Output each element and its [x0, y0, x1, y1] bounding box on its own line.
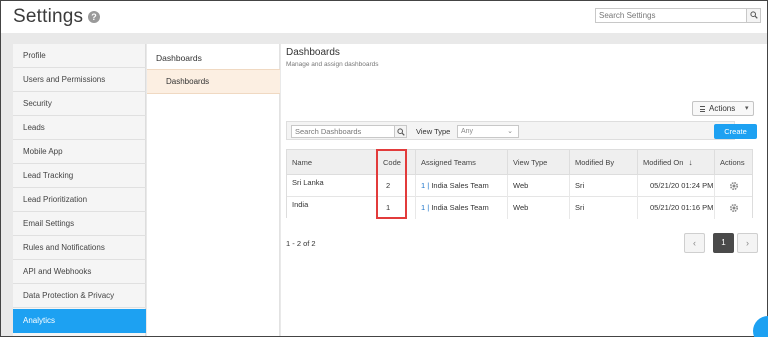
view-type-select[interactable]: Any ⌄ [457, 125, 519, 138]
sidebar-item-data-protection[interactable]: Data Protection & Privacy [13, 284, 146, 308]
sort-down-icon: ↓ [688, 158, 693, 167]
team-separator: | [427, 181, 430, 190]
section-subtitle: Manage and assign dashboards [286, 61, 379, 68]
section-title: Dashboards [286, 47, 340, 58]
search-icon [750, 11, 758, 19]
team-name: India Sales Team [431, 181, 489, 190]
sidebar-item-security[interactable]: Security [13, 92, 146, 116]
search-button[interactable] [746, 9, 760, 22]
gear-icon[interactable] [729, 181, 739, 191]
sidebar-item-users-and-permissions[interactable]: Users and Permissions [13, 68, 146, 92]
sidebar-item-analytics[interactable]: Analytics [13, 309, 146, 333]
record-count: 1 - 2 of 2 [286, 239, 316, 248]
team-count-link[interactable]: 1 [421, 203, 425, 212]
actions-dropdown-button[interactable]: Actions ▾ [692, 101, 754, 116]
search-icon [397, 127, 405, 136]
sidebar-item-rules-and-notifications[interactable]: Rules and Notifications [13, 236, 146, 260]
sidebar-item-api-and-webhooks[interactable]: API and Webhooks [13, 260, 146, 284]
pagination-next-button[interactable]: › [737, 233, 758, 253]
table-header: Name Code Assigned Teams View Type Modif… [287, 150, 752, 175]
create-button[interactable]: Create [714, 124, 757, 139]
column-header-code[interactable]: Code [377, 150, 415, 175]
settings-sidebar: Profile Users and Permissions Security L… [13, 44, 146, 336]
dashboards-table: Name Code Assigned Teams View Type Modif… [286, 149, 753, 219]
sidebar-item-email-settings[interactable]: Email Settings [13, 212, 146, 236]
cell-name[interactable]: India [287, 197, 377, 219]
table-row[interactable]: India 1 1 | India Sales Team Web Sri 05/… [287, 197, 752, 219]
chevron-down-icon: ▾ [745, 105, 749, 112]
cell-assigned-teams: 1 | India Sales Team [415, 175, 507, 197]
dashboard-search-button[interactable] [394, 126, 406, 137]
cell-modified-on: 05/21/20 01:16 PM [637, 197, 714, 219]
team-count-link[interactable]: 1 [421, 181, 425, 190]
actions-label: Actions [709, 104, 736, 113]
cell-modified-by: Sri [569, 175, 637, 197]
dashboard-search [291, 125, 407, 138]
cell-actions [714, 175, 752, 197]
cell-view-type: Web [507, 175, 569, 197]
gear-icon[interactable] [729, 203, 739, 213]
sidebar-item-profile[interactable]: Profile [13, 44, 146, 68]
pagination-current-page[interactable]: 1 [713, 233, 734, 253]
settings-search [595, 8, 761, 23]
column-header-assigned-teams[interactable]: Assigned Teams [415, 150, 507, 175]
view-type-label: View Type [416, 127, 451, 136]
subnav-item-dashboards[interactable]: Dashboards [147, 69, 280, 94]
pagination-prev-button[interactable]: ‹ [684, 233, 705, 253]
cell-code: 1 [377, 197, 415, 219]
sidebar-item-lead-prioritization[interactable]: Lead Prioritization [13, 188, 146, 212]
cell-modified-on: 05/21/20 01:24 PM [637, 175, 714, 197]
column-header-name[interactable]: Name [287, 150, 377, 175]
page-title: Settings [13, 6, 84, 27]
column-header-modified-on[interactable]: Modified On ↓ [637, 150, 714, 175]
list-icon [700, 106, 707, 112]
table-row[interactable]: Sri Lanka 2 1 | India Sales Team Web Sri… [287, 175, 752, 197]
cell-view-type: Web [507, 197, 569, 219]
help-circle-icon[interactable]: ? [88, 11, 100, 23]
cell-modified-by: Sri [569, 197, 637, 219]
sidebar-item-leads[interactable]: Leads [13, 116, 146, 140]
filter-bar: View Type Any ⌄ [286, 121, 735, 140]
view-type-value: Any [461, 128, 474, 135]
cell-assigned-teams: 1 | India Sales Team [415, 197, 507, 219]
settings-search-input[interactable] [596, 9, 748, 22]
team-separator: | [427, 203, 430, 212]
sidebar-item-lead-tracking[interactable]: Lead Tracking [13, 164, 146, 188]
chevron-down-icon: ⌄ [507, 128, 513, 135]
sidebar-item-mobile-app[interactable]: Mobile App [13, 140, 146, 164]
team-name: India Sales Team [431, 203, 489, 212]
top-bar: Settings ? [1, 1, 767, 33]
column-header-modified-by[interactable]: Modified By [569, 150, 637, 175]
column-header-actions: Actions [714, 150, 752, 175]
analytics-subnav: Dashboards Dashboards [147, 44, 280, 336]
modified-on-label: Modified On [643, 158, 684, 167]
cell-actions [714, 197, 752, 219]
cell-name[interactable]: Sri Lanka [287, 175, 377, 197]
column-header-view-type[interactable]: View Type [507, 150, 569, 175]
cell-code: 2 [377, 175, 415, 197]
dashboard-search-input[interactable] [292, 126, 394, 137]
main-panel: Dashboards Manage and assign dashboards … [281, 44, 767, 336]
subnav-heading: Dashboards [156, 53, 202, 63]
